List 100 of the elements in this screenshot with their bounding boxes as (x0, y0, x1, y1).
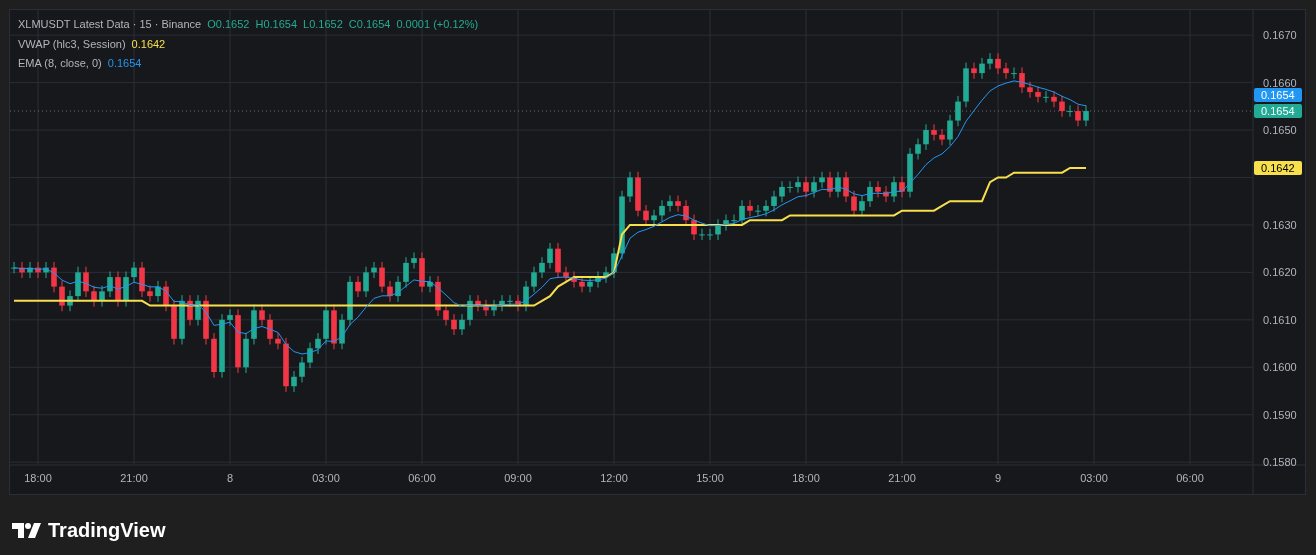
candle (131, 261, 137, 284)
candle (347, 275, 353, 326)
ohlc-value: H0.1654 (255, 17, 298, 32)
candle (51, 261, 57, 293)
candle (403, 256, 409, 289)
candle (187, 294, 193, 326)
price-axis-label: 0.1660 (1263, 76, 1297, 89)
time-axis-label: 18:00 (792, 472, 820, 484)
candle (939, 128, 945, 146)
candle (251, 304, 257, 345)
candle (155, 280, 161, 303)
candle (515, 294, 521, 312)
candle (803, 176, 809, 198)
candle (299, 356, 305, 383)
price-axis-label: 0.1670 (1263, 29, 1297, 42)
candle (227, 308, 233, 326)
candle (787, 180, 793, 194)
ohlc-value: C0.1654 (348, 17, 391, 32)
candle (859, 195, 865, 217)
candle (659, 199, 665, 222)
candle (819, 171, 825, 189)
candle (99, 285, 105, 308)
candle (75, 266, 81, 303)
candle (915, 138, 921, 160)
candle (219, 313, 225, 379)
candle (995, 52, 1001, 75)
candle (851, 190, 857, 217)
candle (163, 280, 169, 312)
candle (139, 261, 145, 298)
candle (795, 176, 801, 194)
candle (1075, 104, 1081, 127)
candle (899, 176, 905, 198)
candle (579, 275, 585, 293)
candle (83, 266, 89, 298)
time-axis-label: 06:00 (408, 472, 436, 484)
candle (747, 199, 753, 217)
candle (683, 199, 689, 227)
candle (931, 123, 937, 141)
candle (699, 228, 705, 241)
candle (211, 332, 217, 379)
candle (1043, 90, 1049, 103)
candle (755, 204, 761, 217)
time-axis-label: 09:00 (504, 472, 532, 484)
candle (1067, 104, 1073, 118)
ohlc-value: O0.1652 (207, 17, 250, 32)
candle (43, 261, 49, 279)
candle (459, 313, 465, 336)
candle (739, 199, 745, 227)
candle (1035, 85, 1041, 103)
candle (979, 57, 985, 80)
symbol-title: XLMUSDT Latest Data · 15 · Binance (18, 17, 202, 32)
candle (291, 370, 297, 393)
time-axis-label: 8 (226, 472, 234, 484)
price-axis-label: 0.1590 (1263, 408, 1297, 421)
candle (203, 294, 209, 345)
candle (651, 209, 657, 227)
price-axis-label: 0.1600 (1263, 361, 1297, 374)
candle (667, 195, 673, 213)
candle (563, 266, 569, 284)
time-axis-label: 21:00 (120, 472, 148, 484)
candle (867, 180, 873, 208)
candle (195, 294, 201, 326)
candle (1011, 66, 1017, 80)
candle (835, 171, 841, 198)
candle (1051, 90, 1057, 108)
candle (611, 247, 617, 279)
candle (371, 261, 377, 279)
candle (571, 270, 577, 289)
candle (499, 294, 505, 312)
candle (307, 342, 313, 369)
candle (491, 299, 497, 317)
candle (235, 308, 241, 374)
candle (947, 114, 953, 146)
candle (723, 214, 729, 232)
candle (171, 299, 177, 345)
candle (35, 261, 41, 279)
candle (419, 251, 425, 293)
candle (435, 275, 441, 317)
time-axis-label: 9 (994, 472, 1002, 484)
price-badge: 0.1654 (1254, 104, 1302, 119)
candle (315, 332, 321, 355)
time-axis-label: 21:00 (888, 472, 916, 484)
time-axis-label: 18:00 (24, 472, 52, 484)
candle (283, 337, 289, 393)
price-axis-label: 0.1650 (1263, 124, 1297, 137)
candle (771, 190, 777, 213)
candle (987, 52, 993, 70)
candle (19, 261, 25, 279)
candle (67, 289, 73, 312)
logo-icon (12, 522, 42, 538)
candle (891, 176, 897, 203)
candle (707, 228, 713, 241)
candle (811, 176, 817, 198)
indicator-name[interactable]: VWAP (hlc3, Session) (18, 35, 126, 52)
candle (363, 266, 369, 298)
indicator-name[interactable]: EMA (8, close, 0) (18, 55, 102, 72)
candle (923, 123, 929, 151)
price-axis-label: 0.1630 (1263, 218, 1297, 231)
candle (243, 332, 249, 374)
candle (1059, 95, 1065, 118)
